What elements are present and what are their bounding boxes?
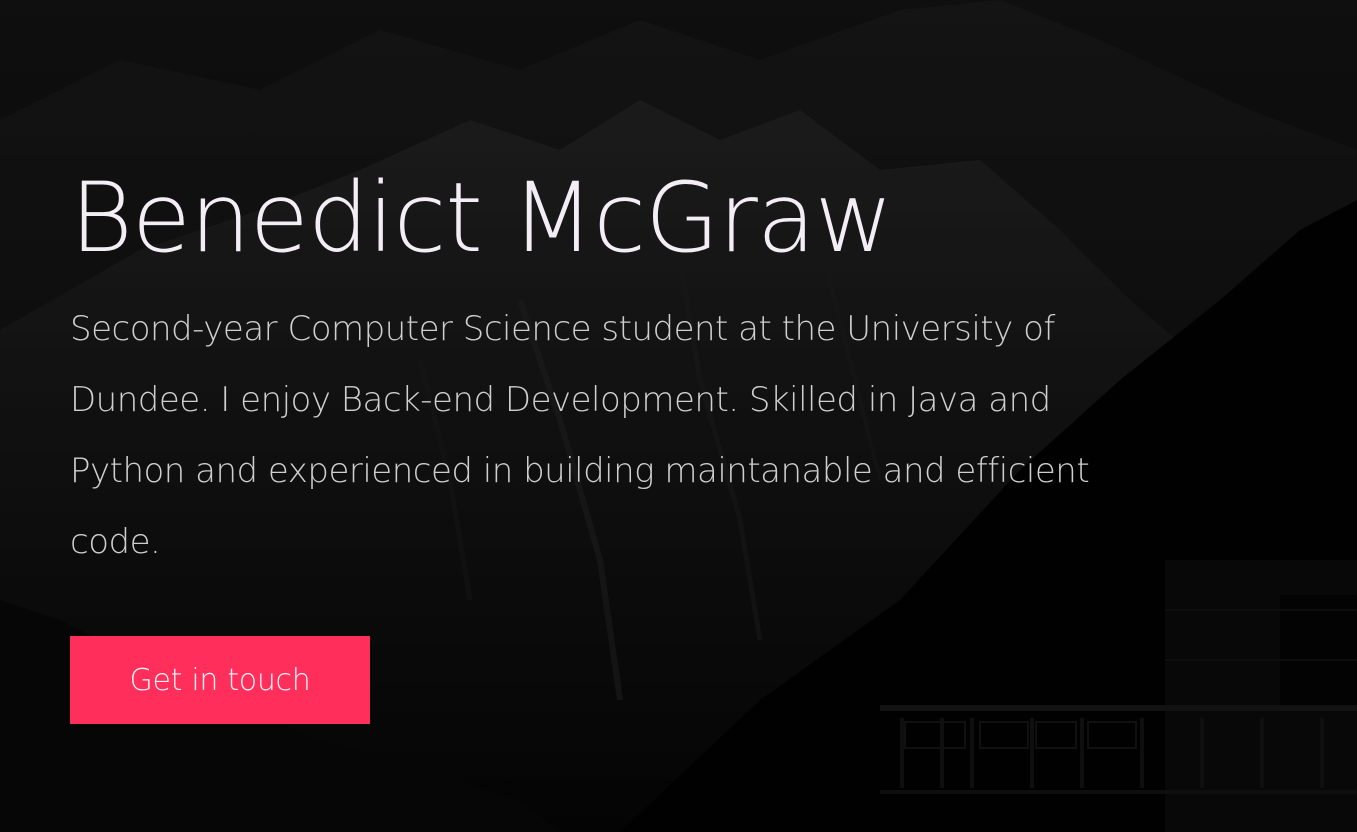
hero-content: Benedict McGraw Second-year Computer Sci… <box>70 160 1150 578</box>
get-in-touch-button[interactable]: Get in touch <box>70 636 370 724</box>
hero-section: Benedict McGraw Second-year Computer Sci… <box>0 0 1357 832</box>
hero-intro: Second-year Computer Science student at … <box>70 309 1090 562</box>
hero-name: Benedict McGraw <box>70 162 893 274</box>
